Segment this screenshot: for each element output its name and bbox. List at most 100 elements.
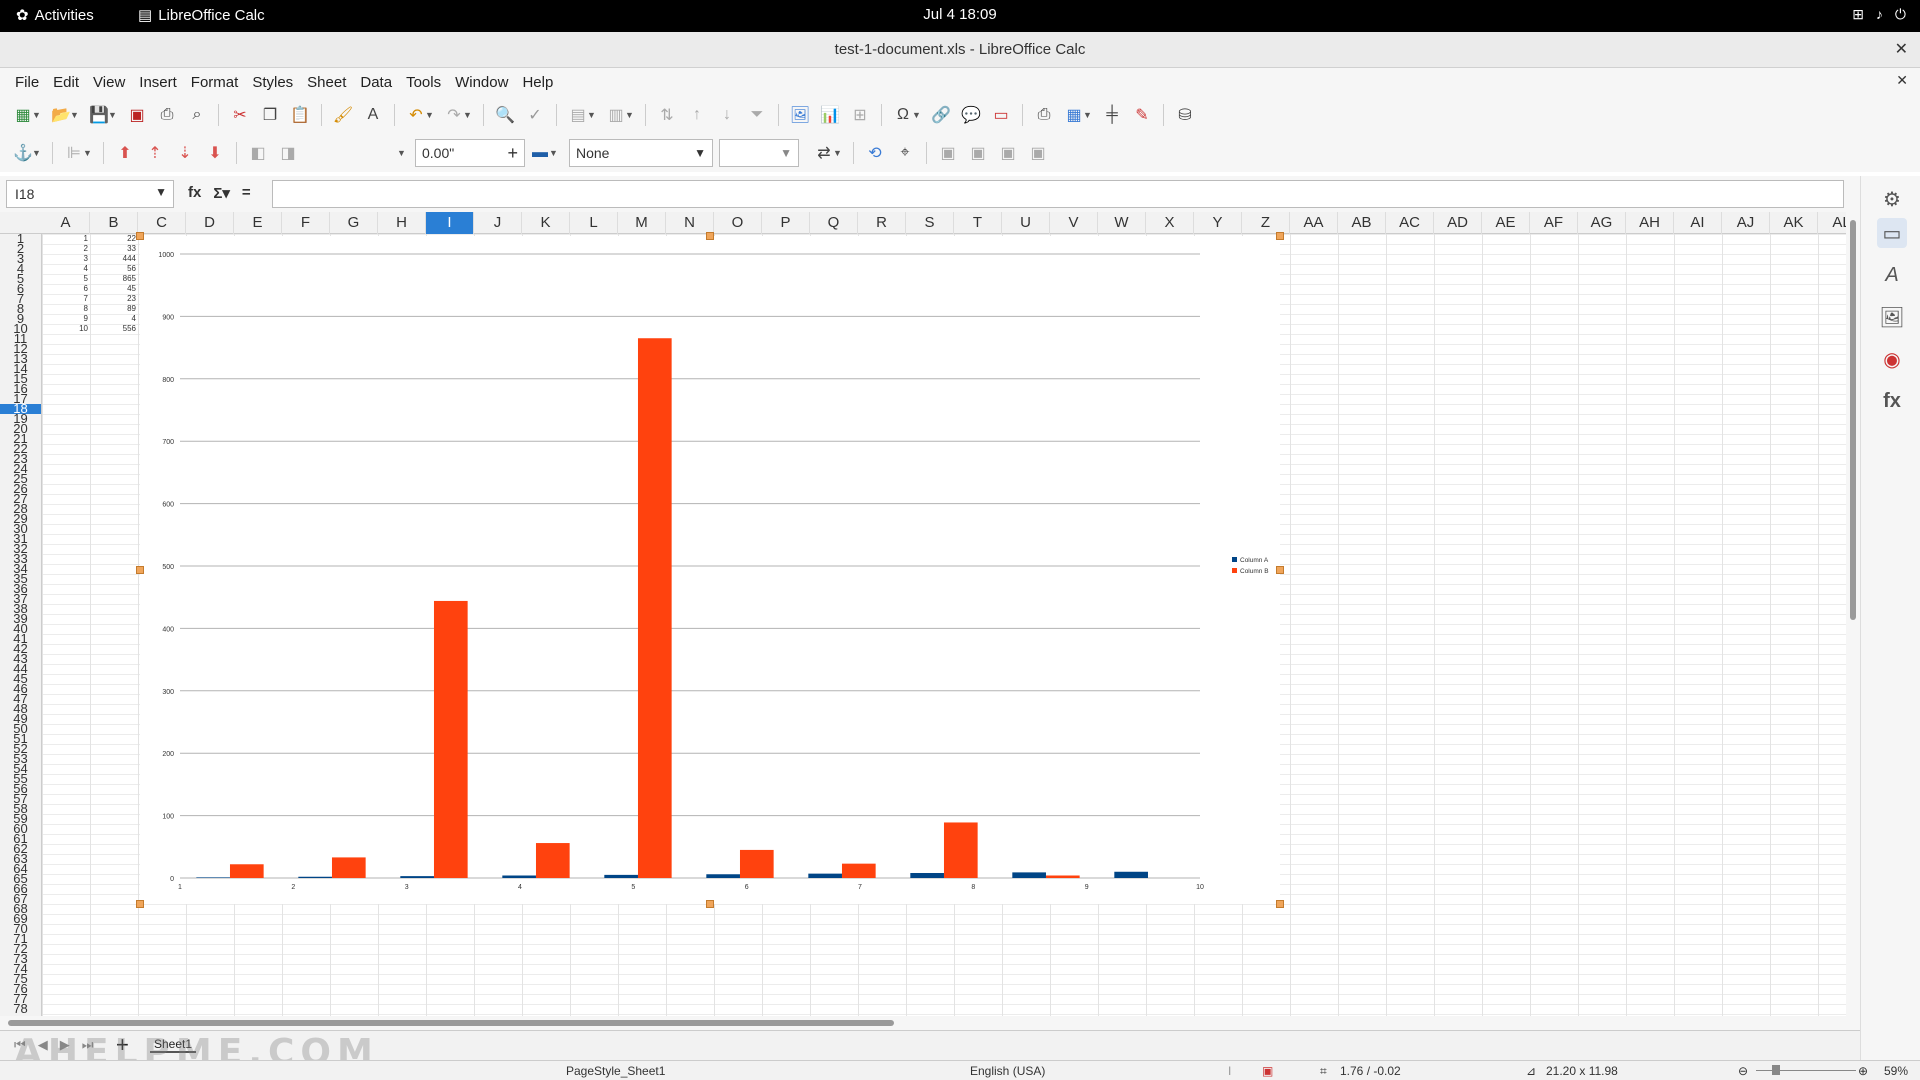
column-header-K[interactable]: K: [522, 212, 570, 234]
column-header-E[interactable]: E: [234, 212, 282, 234]
column-header-H[interactable]: H: [378, 212, 426, 234]
align-dropdown-icon[interactable]: ▼: [83, 148, 93, 158]
cell-A9[interactable]: 9: [48, 314, 88, 323]
find-replace-icon[interactable]: 🔍: [490, 101, 520, 129]
rotate-icon[interactable]: ⟲: [860, 139, 890, 167]
column-header-B[interactable]: B: [90, 212, 138, 234]
cell-B1[interactable]: 22: [96, 234, 136, 243]
name-box[interactable]: I18 ▼: [6, 180, 174, 208]
data-source-icon[interactable]: ⛁: [1170, 101, 1200, 129]
column-header-Y[interactable]: Y: [1194, 212, 1242, 234]
sort-descending-icon[interactable]: ↓: [712, 101, 742, 129]
clone-formatting-icon[interactable]: 🖌: [328, 101, 358, 129]
menu-window[interactable]: Window: [448, 74, 515, 91]
menu-file[interactable]: File: [8, 74, 46, 91]
vertical-scrollbar[interactable]: [1846, 212, 1860, 1016]
column-header-A[interactable]: A: [42, 212, 90, 234]
column-header-C[interactable]: C: [138, 212, 186, 234]
to-background-icon[interactable]: ◨: [273, 139, 303, 167]
sidebar-styles-icon[interactable]: A: [1877, 260, 1907, 290]
menu-insert[interactable]: Insert: [132, 74, 184, 91]
paste-icon[interactable]: 📋: [285, 101, 315, 129]
column-header-AF[interactable]: AF: [1530, 212, 1578, 234]
cell-B5[interactable]: 865: [96, 274, 136, 283]
headers-footers-icon[interactable]: ▭: [986, 101, 1016, 129]
insert-mode-icon[interactable]: I: [1228, 1064, 1231, 1078]
ungroup-icon[interactable]: ▣: [1023, 139, 1053, 167]
cell-B3[interactable]: 444: [96, 254, 136, 263]
column-header-AD[interactable]: AD: [1434, 212, 1482, 234]
comment-icon[interactable]: 💬: [956, 101, 986, 129]
send-to-back-icon[interactable]: ⬇: [200, 139, 230, 167]
cell-A6[interactable]: 6: [48, 284, 88, 293]
function-wizard-icon[interactable]: fx: [188, 184, 201, 202]
column-header-M[interactable]: M: [618, 212, 666, 234]
column-header-AJ[interactable]: AJ: [1722, 212, 1770, 234]
zoom-out-icon[interactable]: ⊖: [1738, 1064, 1748, 1078]
increase-icon[interactable]: +: [507, 143, 518, 164]
column-header-I[interactable]: I: [426, 212, 474, 234]
bring-to-front-icon[interactable]: ⬆: [110, 139, 140, 167]
exit-group-icon[interactable]: ▣: [993, 139, 1023, 167]
column-header-AG[interactable]: AG: [1578, 212, 1626, 234]
cell-A7[interactable]: 7: [48, 294, 88, 303]
menu-tools[interactable]: Tools: [399, 74, 448, 91]
clear-formatting-icon[interactable]: A: [358, 101, 388, 129]
resize-handle[interactable]: [706, 900, 714, 908]
column-header-Q[interactable]: Q: [810, 212, 858, 234]
column-header-W[interactable]: W: [1098, 212, 1146, 234]
line-width-field[interactable]: 0.00" +: [415, 139, 525, 167]
sidebar-settings-icon[interactable]: ⚙: [1877, 184, 1907, 214]
column-header-R[interactable]: R: [858, 212, 906, 234]
chart-object[interactable]: 0 100 200 300 400 500 600 700 800 900 1000 1 2 3 4 5 6 7 8…: [136, 232, 1284, 908]
cell-A8[interactable]: 8: [48, 304, 88, 313]
show-draw-functions-icon[interactable]: ✎: [1127, 101, 1157, 129]
document-close-icon[interactable]: ✕: [1896, 72, 1908, 89]
line-style-dropdown-icon[interactable]: ▼: [397, 148, 407, 158]
points-icon[interactable]: ⌖: [890, 139, 920, 167]
column-header-AA[interactable]: AA: [1290, 212, 1338, 234]
cell-B8[interactable]: 89: [96, 304, 136, 313]
insert-chart-icon[interactable]: 📊: [815, 101, 845, 129]
area-fill-select[interactable]: ▼: [719, 139, 799, 167]
row-header-78[interactable]: 78: [0, 1002, 41, 1015]
column-header-AK[interactable]: AK: [1770, 212, 1818, 234]
redo-dropdown-icon[interactable]: ▼: [463, 110, 473, 120]
activities-button[interactable]: ✿ Activities: [16, 6, 94, 25]
column-header-N[interactable]: N: [666, 212, 714, 234]
column-header-AH[interactable]: AH: [1626, 212, 1674, 234]
open-dropdown-icon[interactable]: ▼: [70, 110, 80, 120]
export-pdf-icon[interactable]: ▣: [122, 101, 152, 129]
cell-B9[interactable]: 4: [96, 314, 136, 323]
column-header-V[interactable]: V: [1050, 212, 1098, 234]
cell-B2[interactable]: 33: [96, 244, 136, 253]
line-color-dropdown-icon[interactable]: ▼: [549, 148, 559, 158]
window-close-icon[interactable]: ✕: [1895, 39, 1908, 59]
cell-A5[interactable]: 5: [48, 274, 88, 283]
column-header-Z[interactable]: Z: [1242, 212, 1290, 234]
sort-icon[interactable]: ⇅: [652, 101, 682, 129]
resize-handle[interactable]: [706, 232, 714, 240]
menu-format[interactable]: Format: [184, 74, 246, 91]
sidebar-functions-icon[interactable]: fx: [1877, 386, 1907, 416]
sidebar-navigator-icon[interactable]: ◉: [1877, 344, 1907, 374]
cut-icon[interactable]: ✂: [225, 101, 255, 129]
zoom-in-icon[interactable]: ⊕: [1858, 1064, 1868, 1078]
menu-styles[interactable]: Styles: [245, 74, 300, 91]
formula-equals-icon[interactable]: =: [242, 184, 251, 202]
sidebar-properties-icon[interactable]: ▭: [1877, 218, 1907, 248]
resize-handle[interactable]: [136, 566, 144, 574]
zoom-level[interactable]: 59%: [1884, 1064, 1908, 1078]
page-style[interactable]: PageStyle_Sheet1: [566, 1064, 665, 1078]
column-header-AE[interactable]: AE: [1482, 212, 1530, 234]
horizontal-scrollbar[interactable]: [0, 1016, 1860, 1030]
menu-sheet[interactable]: Sheet: [300, 74, 353, 91]
undo-dropdown-icon[interactable]: ▼: [425, 110, 435, 120]
save-dropdown-icon[interactable]: ▼: [108, 110, 118, 120]
hyperlink-icon[interactable]: 🔗: [926, 101, 956, 129]
resize-handle[interactable]: [1276, 900, 1284, 908]
copy-icon[interactable]: ❐: [255, 101, 285, 129]
column-header-AC[interactable]: AC: [1386, 212, 1434, 234]
column-header-U[interactable]: U: [1002, 212, 1050, 234]
print-area-icon[interactable]: ⎙: [1029, 101, 1059, 129]
